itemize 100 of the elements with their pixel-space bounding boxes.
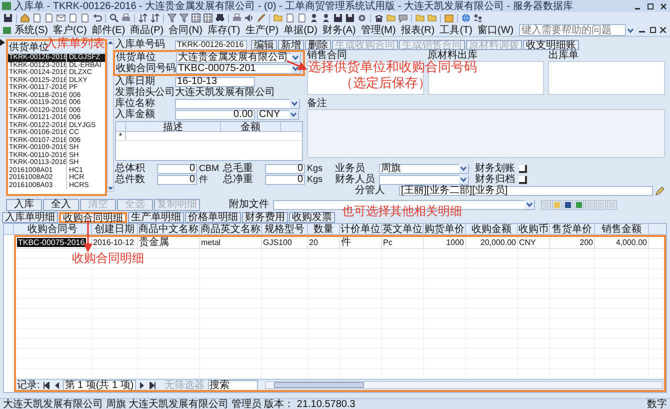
column-header[interactable]: 收购币 <box>518 224 550 234</box>
menu-item[interactable]: 客户(C) <box>53 24 87 36</box>
previous-record-icon[interactable] <box>52 381 60 389</box>
column-header[interactable]: 售货单价 <box>550 224 595 234</box>
tab[interactable]: 财务费用 <box>242 212 288 223</box>
scroll-up-icon[interactable] <box>108 40 113 45</box>
tab[interactable]: 价格单明细 <box>185 212 241 223</box>
input-field[interactable]: [王丽][业务二部][业务员] <box>399 186 653 196</box>
next-record-icon[interactable] <box>138 381 146 389</box>
menu-item[interactable]: 库存(T) <box>207 24 240 36</box>
column-header: 金额 <box>221 122 281 131</box>
close-icon[interactable] <box>659 2 668 10</box>
column-header[interactable]: 购货单价 <box>424 224 466 234</box>
input-field[interactable]: 0 <box>265 174 305 184</box>
menu-item[interactable]: 生产(P) <box>245 24 279 36</box>
menu-item[interactable]: 管理(M) <box>360 24 396 36</box>
input-field[interactable]: 16-10-13 <box>175 76 255 86</box>
action-button[interactable]: 新增 <box>278 40 304 50</box>
text-area[interactable] <box>307 61 424 95</box>
dropdown-arrow-icon[interactable] <box>525 200 534 209</box>
tab[interactable]: 入库单明细 <box>2 212 58 223</box>
dropdown-arrow-icon[interactable] <box>626 26 636 34</box>
dropdown-arrow-icon[interactable] <box>459 175 468 184</box>
sort-icon[interactable] <box>150 13 160 23</box>
field-label: 财务归档 <box>475 174 516 185</box>
table-cell: Pc <box>382 237 424 248</box>
menu-item[interactable]: 商品(P) <box>130 24 164 36</box>
dropdown-arrow-icon[interactable] <box>459 164 468 173</box>
dropdown[interactable]: CNY <box>257 110 299 120</box>
checkbox[interactable] <box>519 164 527 172</box>
column-header[interactable]: 规格型号 <box>262 224 308 234</box>
table-row[interactable]: TKBC-00075-2016 2016-10-12 贵金属 metal GJS100 20 件 Pc 1000 20,000.00 CNY 200 4,000.00 <box>16 237 664 249</box>
dropdown-arrow-icon[interactable] <box>290 99 299 108</box>
column-header[interactable]: 收购金额 <box>466 224 518 234</box>
last-record-icon[interactable] <box>148 381 156 389</box>
person-icon[interactable] <box>321 13 331 23</box>
edit-icon[interactable] <box>655 186 665 196</box>
column-header[interactable]: 商品中文名称 <box>138 224 200 234</box>
input-field[interactable]: 0 <box>265 164 305 174</box>
checkbox[interactable] <box>519 176 527 184</box>
printer-icon[interactable] <box>121 13 131 23</box>
column-header[interactable]: 收购合同号 <box>14 224 92 234</box>
menu-item[interactable]: 单据(D) <box>284 24 318 36</box>
unit-label: Kgs <box>307 174 324 185</box>
menu-item[interactable]: 窗口(W) <box>478 24 514 36</box>
grid-icon[interactable] <box>203 13 213 23</box>
column-header[interactable]: 销售金额 <box>595 224 649 234</box>
dropdown[interactable]: 大连贵金属发展有限公司 <box>176 52 301 62</box>
input-field[interactable]: 0 <box>157 164 197 174</box>
action-button[interactable]: 收支明细账 <box>523 40 579 50</box>
search-icon[interactable] <box>109 13 119 23</box>
column-header[interactable]: 数量 <box>308 224 340 234</box>
menu-item[interactable]: 邮件(E) <box>92 24 126 36</box>
record-position-field[interactable]: 第 1 项(共 1 项) <box>62 380 136 390</box>
tab[interactable]: 收购发票 <box>289 212 335 223</box>
annotation-text: 选择供货单位和收购合同号码 <box>308 60 477 74</box>
scroll-down-icon[interactable] <box>108 186 113 191</box>
menu-item[interactable]: 财务(A) <box>322 24 356 36</box>
speaker-icon[interactable] <box>244 13 254 23</box>
column-header[interactable]: 创建日期 <box>92 224 138 234</box>
printer-icon[interactable] <box>232 13 242 23</box>
menu-item[interactable]: 合同(N) <box>168 24 202 36</box>
column-header[interactable]: 计价单位 <box>340 224 382 234</box>
sort-icon[interactable] <box>138 13 148 23</box>
action-button[interactable]: 入库 <box>6 198 42 210</box>
input-field[interactable]: TKRK-00126-2016 <box>175 40 247 50</box>
help-search-field[interactable]: 键入需要帮助的问题 <box>518 24 626 36</box>
close-icon[interactable] <box>659 26 667 34</box>
input-field[interactable]: 0 <box>157 174 197 184</box>
phone-icon[interactable] <box>374 13 384 23</box>
action-button[interactable]: 编辑 <box>251 40 277 50</box>
person-icon[interactable] <box>309 13 319 23</box>
envelope-icon[interactable] <box>56 13 66 23</box>
action-button[interactable]: 删除 <box>305 40 331 50</box>
restore-icon[interactable] <box>646 2 655 10</box>
menu-item[interactable]: 工具(T) <box>440 24 472 36</box>
undo-icon[interactable] <box>92 13 102 23</box>
menu-item[interactable]: 系统(S) <box>14 24 48 36</box>
box-icon[interactable] <box>444 13 454 23</box>
table-cell: metal <box>200 237 262 248</box>
dropdown-arrow-icon[interactable] <box>289 110 298 119</box>
speech-bubble-icon[interactable] <box>398 13 408 23</box>
scrollbar[interactable] <box>107 39 114 192</box>
search-field[interactable]: 搜索 <box>208 380 258 390</box>
menu-item[interactable]: 报表(R) <box>400 24 435 36</box>
column-header[interactable]: 商品英文名称 <box>200 224 262 234</box>
input-field[interactable]: 0.00 <box>175 110 255 120</box>
horizontal-scrollbar[interactable] <box>264 381 663 389</box>
column-header[interactable]: 英文单位 <box>382 224 424 234</box>
field-label: 总体积 <box>115 163 146 174</box>
binoculars-icon[interactable] <box>215 13 225 23</box>
dropdown[interactable]: 周旗 <box>379 164 469 174</box>
action-button[interactable]: 全入 <box>43 198 79 210</box>
first-record-icon[interactable] <box>42 381 50 389</box>
globe-icon[interactable] <box>461 13 471 23</box>
grid-icon[interactable] <box>191 13 201 23</box>
dropdown-arrow-icon[interactable] <box>291 53 300 62</box>
dropdown[interactable]: TKBC-00075-201 <box>176 64 301 74</box>
restore-icon[interactable] <box>648 26 656 34</box>
tab[interactable]: 生产单明细 <box>128 212 184 223</box>
